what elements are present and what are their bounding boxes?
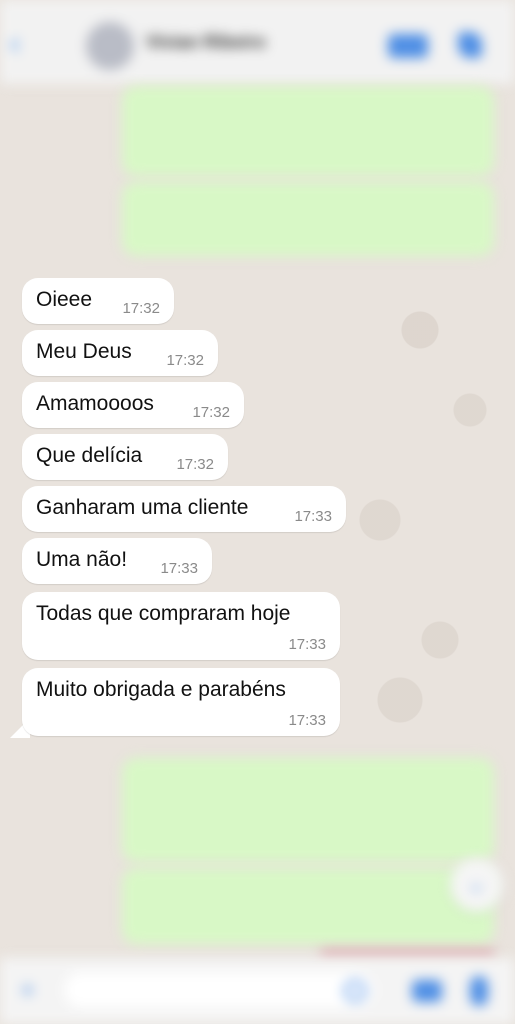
video-camera-icon[interactable] — [388, 34, 428, 58]
message-text: Que delícia — [36, 444, 143, 467]
outgoing-message-blurred — [122, 86, 494, 176]
message-bubble[interactable]: Muito obrigada e parabéns 17:33 — [22, 668, 340, 736]
outgoing-message-blurred — [122, 758, 494, 862]
message-input-bar: + — [0, 958, 515, 1024]
message-time: 17:33 — [288, 636, 326, 653]
message-text: Ganharam uma cliente — [36, 496, 249, 519]
microphone-icon[interactable] — [470, 976, 488, 1006]
message-bubble[interactable]: Oieee 17:32 — [22, 278, 174, 324]
phone-icon[interactable] — [458, 32, 482, 58]
chat-header: ‹ Vivian Ribeiro — [0, 0, 515, 84]
outgoing-message-blurred — [122, 868, 494, 944]
message-text: Muito obrigada e parabéns — [36, 678, 286, 701]
message-text: Meu Deus — [36, 340, 132, 363]
message-bubble[interactable]: Meu Deus 17:32 — [22, 330, 218, 376]
message-bubble[interactable]: Todas que compraram hoje 17:33 — [22, 592, 340, 660]
message-text: Oieee — [36, 288, 93, 311]
message-text: Uma não! — [36, 548, 128, 571]
contact-name[interactable]: Vivian Ribeiro — [146, 32, 306, 56]
message-time: 17:33 — [294, 508, 332, 525]
reaction-strip — [320, 950, 495, 958]
message-bubble[interactable]: Uma não! 17:33 — [22, 538, 212, 584]
sticker-icon[interactable] — [344, 980, 366, 1002]
plus-icon[interactable]: + — [20, 977, 44, 1003]
message-text: Amamoooos — [36, 392, 154, 415]
message-bubble[interactable]: Amamoooos 17:32 — [22, 382, 244, 428]
message-bubble[interactable]: Que delícia 17:32 — [22, 434, 228, 480]
chevron-down-icon: ⌄ — [467, 871, 486, 896]
scroll-down-button[interactable]: ⌄ — [450, 858, 504, 912]
message-time: 17:32 — [122, 300, 160, 317]
chevron-left-icon[interactable]: ‹ — [10, 29, 32, 59]
message-time: 17:32 — [192, 404, 230, 421]
outgoing-message-blurred — [122, 182, 494, 256]
message-input[interactable] — [64, 972, 374, 1008]
message-time: 17:32 — [176, 456, 214, 473]
message-text: Todas que compraram hoje — [36, 602, 291, 625]
message-time: 17:33 — [160, 560, 198, 577]
camera-icon[interactable] — [412, 980, 442, 1002]
message-time: 17:33 — [288, 712, 326, 729]
avatar[interactable] — [86, 22, 134, 70]
message-time: 17:32 — [166, 352, 204, 369]
message-bubble[interactable]: Ganharam uma cliente 17:33 — [22, 486, 346, 532]
